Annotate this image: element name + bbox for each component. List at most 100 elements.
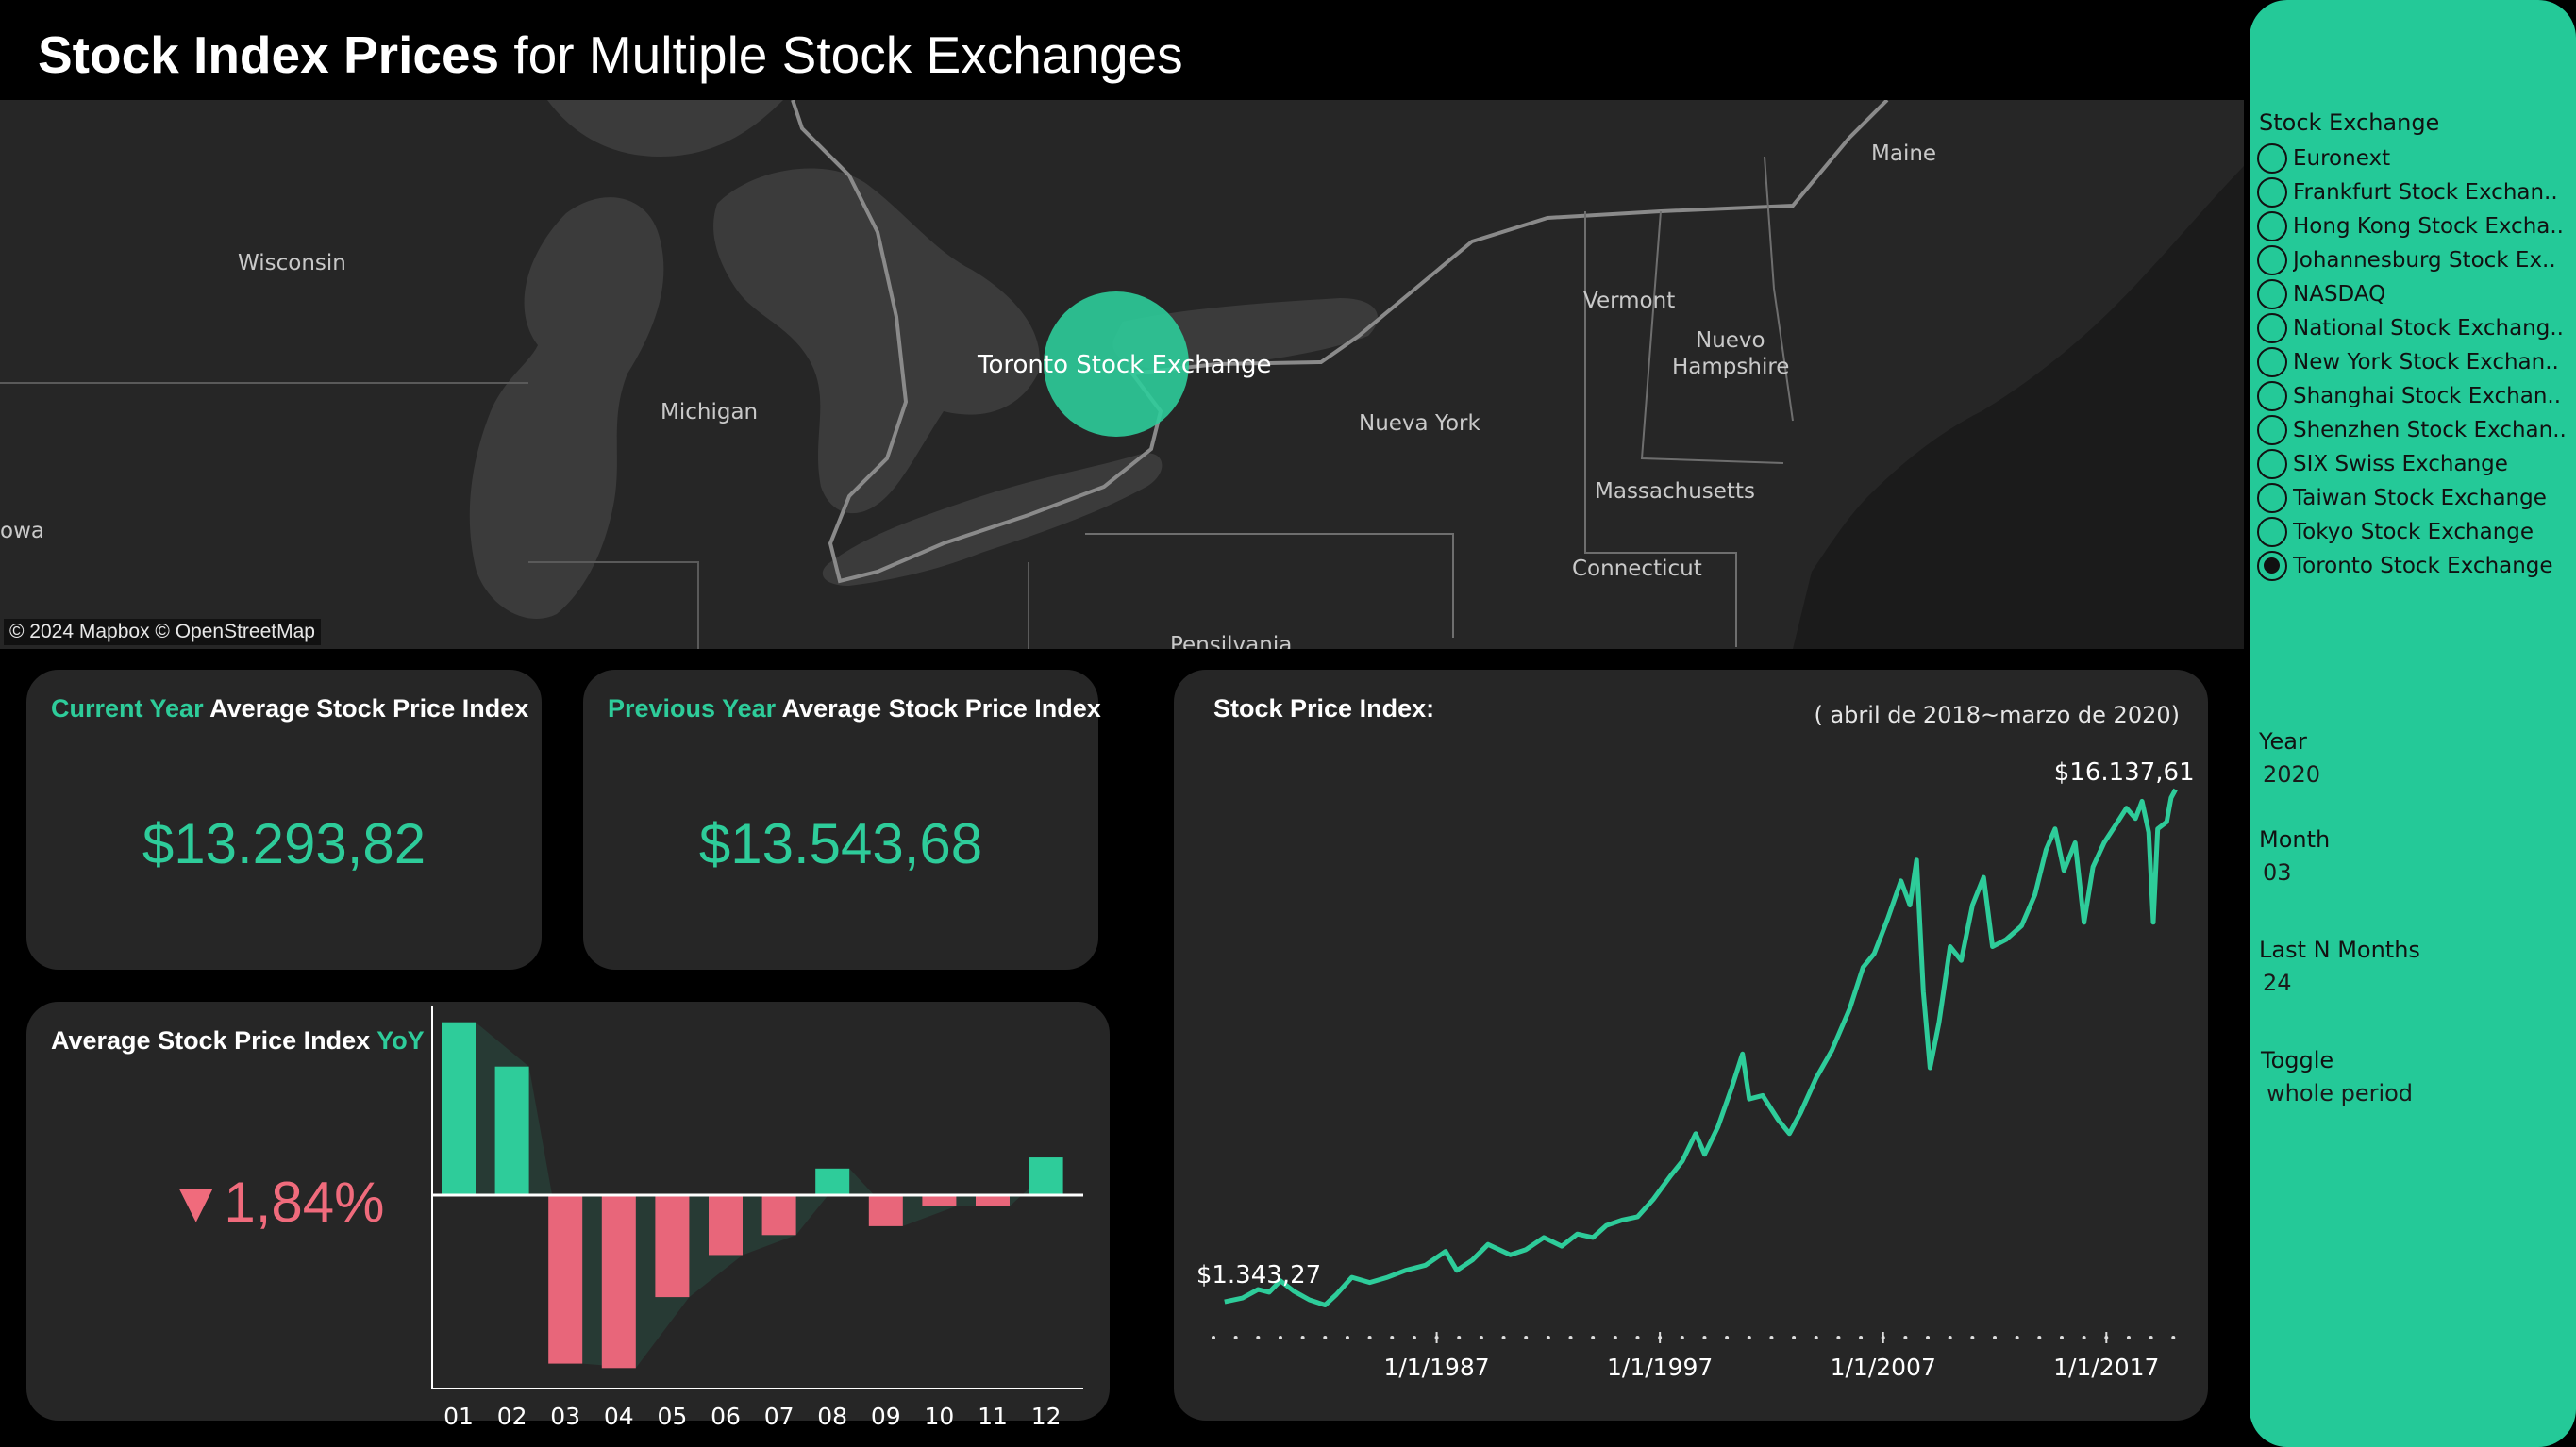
exchange-option-label: NASDAQ bbox=[2293, 282, 2386, 307]
axis-dot bbox=[1457, 1336, 1462, 1339]
current-year-accent: Current Year bbox=[51, 694, 204, 723]
bar-month-12[interactable] bbox=[1029, 1157, 1063, 1195]
map-label-michigan: Michigan bbox=[661, 400, 759, 424]
map-attribution[interactable]: © 2024 Mapbox © OpenStreetMap bbox=[4, 619, 321, 645]
radio-button-icon[interactable] bbox=[2257, 449, 2287, 479]
exchange-option-label: Johannesburg Stock Ex.. bbox=[2293, 248, 2556, 273]
exchange-option[interactable]: Toronto Stock Exchange bbox=[2257, 549, 2572, 583]
exchange-option[interactable]: Shenzhen Stock Exchan.. bbox=[2257, 413, 2572, 447]
bar-month-06[interactable] bbox=[709, 1195, 743, 1256]
exchange-option[interactable]: Johannesburg Stock Ex.. bbox=[2257, 243, 2572, 277]
bar-tick-labels: 01 02 03 04 05 06 07 08 09 10 11 12 bbox=[443, 1403, 1061, 1430]
current-year-title-rest: Average Stock Price Index bbox=[209, 694, 529, 723]
axis-dot bbox=[2126, 1336, 2131, 1339]
bar-month-04[interactable] bbox=[601, 1195, 636, 1369]
x-tick-label: 1/1/1997 bbox=[1607, 1354, 1713, 1381]
bar-tick-label: 06 bbox=[711, 1403, 741, 1430]
bar-tick-label: 08 bbox=[817, 1403, 847, 1430]
exchange-option[interactable]: National Stock Exchang.. bbox=[2257, 311, 2572, 345]
axis-dot bbox=[1859, 1336, 1864, 1339]
year-filter-value[interactable]: 2020 bbox=[2263, 761, 2320, 788]
exchange-option-label: Shanghai Stock Exchan.. bbox=[2293, 384, 2562, 408]
bar-month-07[interactable] bbox=[761, 1195, 796, 1236]
year-filter-label: Year bbox=[2259, 728, 2307, 755]
radio-button-icon[interactable] bbox=[2257, 211, 2287, 241]
exchange-option[interactable]: New York Stock Exchan.. bbox=[2257, 345, 2572, 379]
radio-button-icon[interactable] bbox=[2257, 517, 2287, 547]
toggle-value[interactable]: whole period bbox=[2267, 1080, 2413, 1106]
current-year-card-title: Current Year Average Stock Price Index bbox=[51, 694, 528, 724]
exchange-option[interactable]: Taiwan Stock Exchange bbox=[2257, 481, 2572, 515]
radio-button-icon[interactable] bbox=[2257, 347, 2287, 377]
stock-price-line bbox=[1224, 788, 2178, 1307]
bar-month-05[interactable] bbox=[655, 1195, 690, 1298]
bar-month-01[interactable] bbox=[442, 1022, 476, 1195]
axis-dot bbox=[1278, 1336, 1282, 1339]
radio-button-icon[interactable] bbox=[2257, 143, 2287, 174]
axis-dot bbox=[1635, 1336, 1640, 1339]
bar-month-10[interactable] bbox=[922, 1195, 957, 1206]
dashboard-title-bold: Stock Index Prices bbox=[38, 25, 500, 84]
axis-dot bbox=[1769, 1336, 1774, 1339]
axis-dot bbox=[1948, 1336, 1952, 1339]
axis-dot bbox=[2015, 1336, 2019, 1339]
radio-button-icon[interactable] bbox=[2257, 381, 2287, 411]
filter-panel: Stock Exchange Euronext Frankfurt Stock E… bbox=[2250, 0, 2576, 1447]
exchange-option[interactable]: Hong Kong Stock Excha.. bbox=[2257, 209, 2572, 243]
axis-dot bbox=[1212, 1336, 1215, 1339]
axis-dot bbox=[1256, 1336, 1261, 1339]
axis-dot bbox=[1725, 1336, 1730, 1339]
axis-dot bbox=[1747, 1336, 1751, 1339]
exchange-option-label: Taiwan Stock Exchange bbox=[2293, 486, 2547, 510]
bar-month-03[interactable] bbox=[548, 1195, 583, 1364]
exchange-option[interactable]: Euronext bbox=[2257, 141, 2572, 175]
radio-button-icon[interactable] bbox=[2257, 551, 2287, 581]
axis-dot bbox=[1814, 1336, 1818, 1339]
stock-exchange-filter-label: Stock Exchange bbox=[2259, 109, 2440, 136]
radio-button-icon[interactable] bbox=[2257, 177, 2287, 208]
bar-month-02[interactable] bbox=[494, 1066, 529, 1195]
lake-superior bbox=[547, 100, 783, 157]
exchange-option-label: New York Stock Exchan.. bbox=[2293, 350, 2559, 374]
stock-price-line-chart: 1/1/1987 1/1/1997 1/1/2007 1/1/2017 $1.343,… bbox=[1196, 758, 2195, 1381]
yoy-card-title: Average Stock Price Index YoY bbox=[51, 1026, 425, 1056]
axis-dot bbox=[1680, 1336, 1684, 1339]
yoy-title-rest: Average Stock Price Index bbox=[51, 1026, 371, 1055]
exchange-option-label: Shenzhen Stock Exchan.. bbox=[2293, 418, 2567, 442]
axis-dot bbox=[1345, 1336, 1349, 1339]
exchange-option-label: Frankfurt Stock Exchan.. bbox=[2293, 180, 2558, 205]
bar-tick-label: 03 bbox=[550, 1403, 580, 1430]
bar-tick-label: 01 bbox=[443, 1403, 474, 1430]
atlantic-ocean bbox=[1793, 166, 2244, 649]
bar-month-09[interactable] bbox=[868, 1195, 903, 1226]
axis-dot bbox=[1390, 1336, 1395, 1339]
bar-month-08[interactable] bbox=[815, 1168, 850, 1195]
bar-month-11[interactable] bbox=[976, 1195, 1010, 1206]
map-label-connecticut: Connecticut bbox=[1572, 557, 1702, 581]
exchange-option[interactable]: Frankfurt Stock Exchan.. bbox=[2257, 175, 2572, 209]
radio-button-icon[interactable] bbox=[2257, 279, 2287, 309]
dashboard-title: Stock Index Prices for Multiple Stock Ex… bbox=[38, 19, 1183, 91]
exchange-option[interactable]: SIX Swiss Exchange bbox=[2257, 447, 2572, 481]
previous-year-accent: Previous Year bbox=[608, 694, 777, 723]
radio-button-icon[interactable] bbox=[2257, 415, 2287, 445]
month-filter-value[interactable]: 03 bbox=[2263, 859, 2292, 886]
previous-year-title-rest: Average Stock Price Index bbox=[781, 694, 1101, 723]
radio-button-icon[interactable] bbox=[2257, 313, 2287, 343]
exchange-option[interactable]: Shanghai Stock Exchan.. bbox=[2257, 379, 2572, 413]
last-n-months-value[interactable]: 24 bbox=[2263, 970, 2292, 996]
x-tick-label: 1/1/2017 bbox=[2053, 1354, 2159, 1381]
exchange-option[interactable]: Tokyo Stock Exchange bbox=[2257, 515, 2572, 549]
bar-tick-label: 11 bbox=[978, 1403, 1008, 1430]
axis-dot bbox=[1479, 1336, 1483, 1339]
axis-dot bbox=[1903, 1336, 1908, 1339]
map-view[interactable]: Wisconsin Michigan owa Maine Vermont Nue… bbox=[0, 100, 2244, 649]
radio-button-icon[interactable] bbox=[2257, 245, 2287, 275]
exchange-option[interactable]: NASDAQ bbox=[2257, 277, 2572, 311]
radio-button-icon[interactable] bbox=[2257, 483, 2287, 513]
yoy-value: ▼1,84% bbox=[168, 1171, 385, 1234]
axis-dot bbox=[1613, 1336, 1617, 1339]
axis-dot bbox=[1568, 1336, 1573, 1339]
map-marker-label: Toronto Stock Exchange bbox=[978, 351, 1272, 379]
exchange-option-label: National Stock Exchang.. bbox=[2293, 316, 2564, 341]
